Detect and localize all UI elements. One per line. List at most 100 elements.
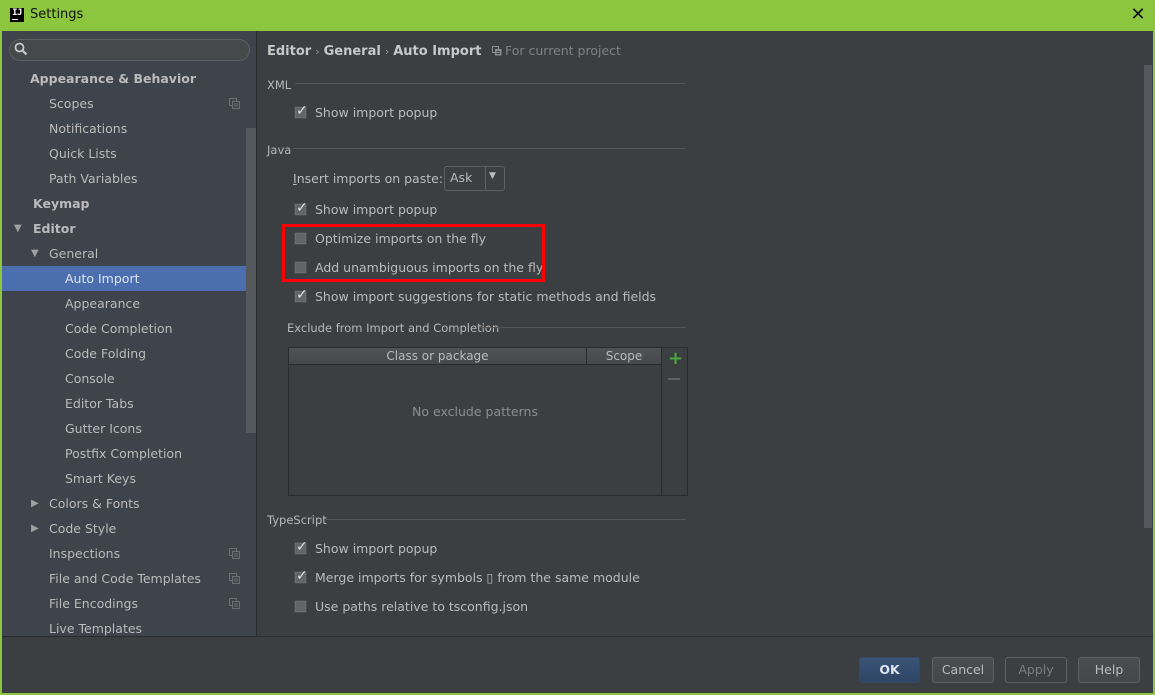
chevron-down-icon[interactable]: ▼ [489, 171, 496, 181]
help-button[interactable]: Help [1078, 657, 1140, 683]
title-bar: IJ Settings ✕ [0, 0, 1155, 31]
expand-arrow-icon[interactable]: ▼ [14, 216, 22, 241]
column-header-class-or-package[interactable]: Class or package [289, 348, 586, 365]
sidebar-item-code-completion[interactable]: Code Completion [2, 316, 256, 341]
sidebar-item-file-encodings[interactable]: File Encodings [2, 591, 256, 616]
project-level-icon [229, 548, 240, 559]
sidebar-item-file-and-code-templates[interactable]: File and Code Templates [2, 566, 256, 591]
sidebar-item-label: Keymap [33, 196, 90, 211]
remove-icon[interactable] [668, 378, 680, 380]
expand-arrow-icon[interactable]: ▼ [31, 241, 39, 266]
sidebar-item-notifications[interactable]: Notifications [2, 116, 256, 141]
content-scrollbar[interactable] [1144, 65, 1152, 528]
highlight-annotation-box [282, 224, 545, 282]
breadcrumb-general: General [323, 44, 381, 59]
search-input[interactable] [9, 39, 250, 61]
sidebar-scrollbar[interactable] [246, 128, 256, 433]
check-icon: ✓ [296, 103, 308, 119]
checkbox-box[interactable]: ✓ [294, 287, 308, 303]
dropdown-value: Ask [450, 170, 473, 185]
sidebar-item-label: Code Completion [65, 321, 173, 336]
xml-section-title: XML [267, 78, 292, 92]
search-icon [14, 42, 28, 56]
checkbox-label: Show import popup [315, 202, 438, 217]
sidebar-item-label: Editor [33, 221, 76, 236]
collapse-arrow-icon[interactable]: ▶ [31, 491, 39, 516]
breadcrumb: Editor › General › Auto Import For current p… [267, 43, 621, 59]
collapse-arrow-icon[interactable]: ▶ [31, 516, 39, 541]
xml-section-divider [295, 83, 686, 84]
checkbox-box[interactable]: ✓ [294, 200, 308, 216]
checkbox-box[interactable]: ✓ [294, 103, 308, 119]
add-icon[interactable]: + [668, 350, 683, 368]
checkbox-label: Show import popup [315, 541, 438, 556]
sidebar-item-label: Gutter Icons [65, 421, 142, 436]
insert-imports-label: Insert imports on paste: [293, 171, 443, 186]
project-settings-icon [491, 46, 502, 56]
sidebar-item-quick-lists[interactable]: Quick Lists [2, 141, 256, 166]
typescript-section-title: TypeScript [267, 513, 327, 527]
sidebar-item-label: Postfix Completion [65, 446, 182, 461]
sidebar-item-label: Code Style [49, 521, 117, 536]
sidebar-item-editor-tabs[interactable]: Editor Tabs [2, 391, 256, 416]
sidebar-item-label: Scopes [49, 96, 94, 111]
settings-window: IJ Settings ✕ Appearance & Behavior Scope… [0, 0, 1155, 695]
checkbox-box[interactable] [294, 600, 307, 613]
sidebar-item-colors-and-fonts[interactable]: ▶ Colors & Fonts [2, 491, 256, 516]
check-icon: ✓ [296, 568, 308, 584]
sidebar-item-gutter-icons[interactable]: Gutter Icons [2, 416, 256, 441]
checkbox-box[interactable]: ✓ [294, 568, 308, 584]
sidebar-item-label: Notifications [49, 121, 128, 136]
sidebar-item-label: Appearance [65, 296, 141, 311]
exclude-section-divider [479, 327, 686, 328]
sidebar-item-label: Code Folding [65, 346, 147, 361]
sidebar-item-label: Live Templates [49, 621, 143, 636]
sidebar-item-inspections[interactable]: Inspections [2, 541, 256, 566]
sidebar-item-live-templates[interactable]: Live Templates [2, 616, 256, 641]
project-level-icon [229, 598, 240, 609]
sidebar-item-general[interactable]: ▼ General [2, 241, 256, 266]
sidebar-item-postfix-completion[interactable]: Postfix Completion [2, 441, 256, 466]
project-scope-text: For current project [504, 43, 621, 58]
column-header-scope[interactable]: Scope [586, 348, 661, 365]
close-button[interactable]: ✕ [1126, 4, 1150, 26]
sidebar-item-label: Console [65, 371, 115, 386]
sidebar-item-code-style[interactable]: ▶ Code Style [2, 516, 256, 541]
sidebar-item-scopes[interactable]: Scopes [2, 91, 256, 116]
sidebar-item-path-variables[interactable]: Path Variables [2, 166, 256, 191]
sidebar-item-code-folding[interactable]: Code Folding [2, 341, 256, 366]
project-scope-note: For current project [491, 43, 621, 58]
check-icon: ✓ [296, 287, 308, 303]
cancel-button[interactable]: Cancel [932, 657, 994, 683]
sidebar-item-editor[interactable]: ▼ Editor [2, 216, 256, 241]
java-section-title: Java [267, 143, 292, 157]
checkbox-box[interactable]: ✓ [294, 539, 308, 555]
breadcrumb-separator: › [315, 45, 320, 58]
sidebar-item-label: Inspections [49, 546, 121, 561]
checkbox-label: Show import popup [315, 105, 438, 120]
project-level-icon [229, 573, 240, 584]
auto-import-panel: Editor › General › Auto Import For current p… [258, 31, 1153, 636]
dropdown-divider [485, 167, 486, 190]
exclude-section-title: Exclude from Import and Completion [287, 321, 500, 335]
dialog-body: Appearance & Behavior Scopes Notifications… [2, 31, 1153, 693]
sidebar-item-appearance-and-behavior[interactable]: Appearance & Behavior [2, 66, 256, 91]
sidebar-item-console[interactable]: Console [2, 366, 256, 391]
sidebar-item-label: Path Variables [49, 171, 138, 186]
sidebar-item-auto-import[interactable]: Auto Import [2, 266, 256, 291]
insert-imports-text: nsert imports on paste: [296, 171, 444, 186]
sidebar-item-smart-keys[interactable]: Smart Keys [2, 466, 256, 491]
insert-imports-dropdown[interactable]: Ask ▼ [444, 166, 505, 191]
settings-sidebar: Appearance & Behavior Scopes Notifications… [2, 31, 257, 636]
apply-button[interactable]: Apply [1005, 657, 1067, 683]
footer-divider [2, 636, 1153, 637]
checkbox-label: Use paths relative to tsconfig.json [315, 599, 529, 614]
sidebar-item-label: Auto Import [65, 271, 140, 286]
ok-button[interactable]: OK [859, 657, 920, 683]
table-toolbar: + [661, 348, 687, 495]
java-section-divider [293, 148, 686, 149]
sidebar-item-appearance[interactable]: Appearance [2, 291, 256, 316]
typescript-section-divider [326, 519, 686, 520]
sidebar-item-label: Editor Tabs [65, 396, 134, 411]
sidebar-item-keymap[interactable]: Keymap [2, 191, 256, 216]
